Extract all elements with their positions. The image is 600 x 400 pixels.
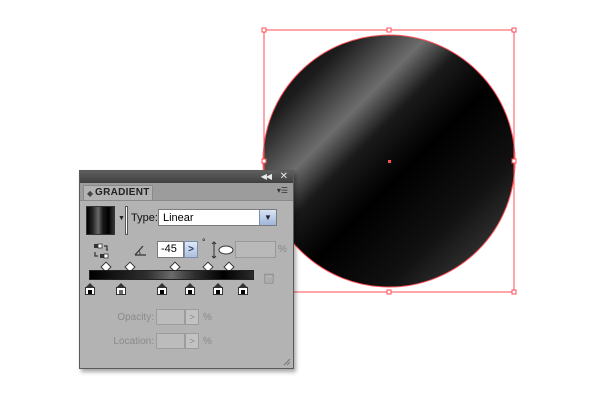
type-label: Type:	[131, 212, 158, 224]
location-unit: %	[203, 336, 212, 347]
chevron-down-icon[interactable]: ▼	[259, 210, 276, 225]
degree-symbol: °	[202, 237, 206, 247]
collapse-icon[interactable]: ◀◀	[261, 172, 272, 182]
gradient-stop[interactable]	[185, 283, 195, 295]
panel-title: GRADIENT	[95, 187, 150, 198]
chevron-down-icon[interactable]: ▼	[118, 215, 125, 222]
type-value: Linear	[163, 212, 194, 224]
gradient-stop[interactable]	[157, 283, 167, 295]
opacity-unit: %	[203, 312, 212, 323]
opacity-dropdown-button: >	[185, 309, 199, 325]
panel-tab-row: ◆ GRADIENT ▾☰	[80, 183, 293, 201]
gradient-stop[interactable]	[85, 283, 95, 295]
center-point	[388, 160, 391, 163]
angle-input[interactable]: -45	[157, 241, 184, 258]
opacity-label: Opacity:	[117, 312, 154, 323]
gradient-panel: ◀◀ ✕ ◆ GRADIENT ▾☰ ▼ Type: Linear ▼ -45 …	[79, 170, 294, 369]
gradient-swatch[interactable]	[86, 206, 115, 235]
panel-menu-icon[interactable]: ▾☰	[277, 186, 288, 195]
aspect-ratio-input[interactable]	[235, 241, 276, 258]
gradient-stop[interactable]	[116, 283, 126, 295]
opacity-input	[156, 309, 185, 325]
aspect-ratio-icon	[211, 241, 234, 259]
delete-stop-icon[interactable]	[263, 272, 275, 284]
resize-grip-icon[interactable]	[283, 358, 291, 366]
type-dropdown[interactable]: Linear ▼	[158, 209, 277, 226]
reverse-gradient-icon[interactable]	[93, 243, 109, 259]
angle-icon	[134, 245, 146, 256]
location-input	[156, 333, 185, 349]
gradient-slider[interactable]	[89, 270, 254, 280]
gradient-stop[interactable]	[213, 283, 223, 295]
panel-titlebar[interactable]: ◀◀ ✕	[80, 171, 293, 183]
aspect-unit: %	[278, 244, 287, 255]
location-dropdown-button: >	[185, 333, 199, 349]
swatch-fill-indicator	[125, 206, 128, 235]
tab-gradient[interactable]: ◆ GRADIENT	[83, 185, 153, 200]
angle-dropdown-button[interactable]: >	[184, 241, 198, 258]
gradient-stop[interactable]	[238, 283, 248, 295]
close-icon[interactable]: ✕	[280, 171, 288, 182]
location-label: Location:	[113, 336, 154, 347]
tab-arrows-icon: ◆	[87, 189, 94, 198]
